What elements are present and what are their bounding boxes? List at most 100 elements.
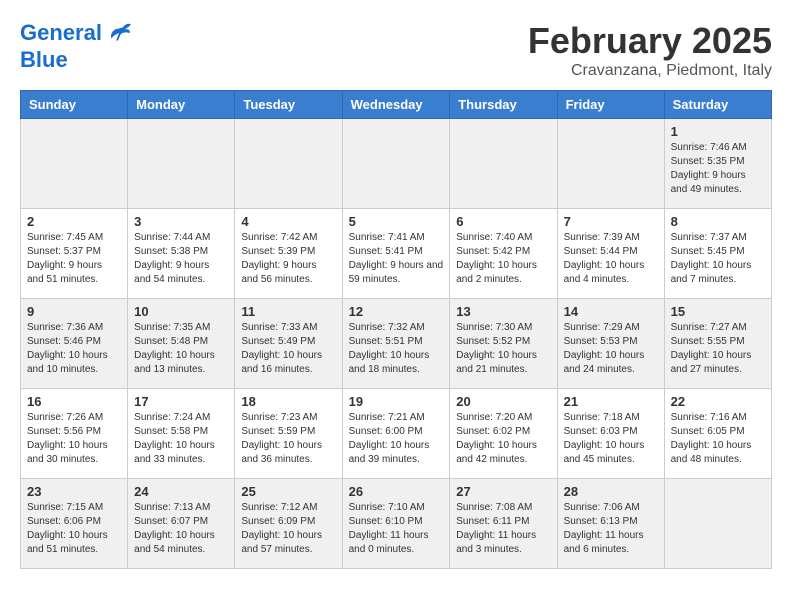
day-number: 9 — [27, 304, 121, 319]
calendar-cell: 22 Sunrise: 7:16 AM Sunset: 6:05 PM Dayli… — [664, 389, 771, 479]
calendar-cell: 20 Sunrise: 7:20 AM Sunset: 6:02 PM Dayli… — [450, 389, 557, 479]
calendar-cell: 27 Sunrise: 7:08 AM Sunset: 6:11 PM Dayli… — [450, 479, 557, 569]
day-number: 13 — [456, 304, 550, 319]
day-number: 8 — [671, 214, 765, 229]
day-info: Sunrise: 7:44 AM Sunset: 5:38 PM Dayligh… — [134, 231, 228, 287]
day-number: 20 — [456, 394, 550, 409]
calendar-cell — [557, 119, 664, 209]
calendar-week-row: 23Sunrise: 7:15 AM Sunset: 6:06 PM Dayli… — [21, 479, 772, 569]
day-number: 18 — [241, 394, 335, 409]
day-number: 2 — [27, 214, 121, 229]
day-info: Sunrise: 7:33 AM Sunset: 5:49 PM Dayligh… — [241, 321, 335, 377]
calendar-cell: 26 Sunrise: 7:10 AM Sunset: 6:10 PM Dayli… — [342, 479, 450, 569]
day-number: 19 — [349, 394, 444, 409]
day-info: Sunrise: 7:35 AM Sunset: 5:48 PM Dayligh… — [134, 321, 228, 377]
logo-text: General — [20, 20, 132, 48]
day-info: Sunrise: 7:18 AM Sunset: 6:03 PM Dayligh… — [564, 411, 658, 467]
day-number: 5 — [349, 214, 444, 229]
day-info: Sunrise: 7:26 AM Sunset: 5:56 PM Dayligh… — [27, 411, 121, 467]
calendar-cell: 23Sunrise: 7:15 AM Sunset: 6:06 PM Dayli… — [21, 479, 128, 569]
logo-blue-text: Blue — [20, 48, 132, 72]
logo: General Blue — [20, 20, 132, 72]
calendar-cell: 7 Sunrise: 7:39 AM Sunset: 5:44 PM Daylig… — [557, 209, 664, 299]
calendar-cell: 25Sunrise: 7:12 AM Sunset: 6:09 PM Dayli… — [235, 479, 342, 569]
day-number: 25 — [241, 484, 335, 499]
calendar-cell: 24Sunrise: 7:13 AM Sunset: 6:07 PM Dayli… — [128, 479, 235, 569]
calendar-cell: 6 Sunrise: 7:40 AM Sunset: 5:42 PM Daylig… — [450, 209, 557, 299]
day-number: 26 — [349, 484, 444, 499]
calendar-cell: 9 Sunrise: 7:36 AM Sunset: 5:46 PM Daylig… — [21, 299, 128, 389]
day-info: Sunrise: 7:39 AM Sunset: 5:44 PM Dayligh… — [564, 231, 658, 287]
day-number: 3 — [134, 214, 228, 229]
day-number: 14 — [564, 304, 658, 319]
day-info: Sunrise: 7:21 AM Sunset: 6:00 PM Dayligh… — [349, 411, 444, 467]
day-number: 11 — [241, 304, 335, 319]
day-info: Sunrise: 7:16 AM Sunset: 6:05 PM Dayligh… — [671, 411, 765, 467]
day-info: Sunrise: 7:24 AM Sunset: 5:58 PM Dayligh… — [134, 411, 228, 467]
title-area: February 2025 Cravanzana, Piedmont, Ital… — [528, 20, 772, 80]
calendar-cell — [664, 479, 771, 569]
day-number: 6 — [456, 214, 550, 229]
day-number: 7 — [564, 214, 658, 229]
day-number: 15 — [671, 304, 765, 319]
calendar-cell: 8 Sunrise: 7:37 AM Sunset: 5:45 PM Daylig… — [664, 209, 771, 299]
calendar-cell: 15 Sunrise: 7:27 AM Sunset: 5:55 PM Dayli… — [664, 299, 771, 389]
calendar-cell: 3 Sunrise: 7:44 AM Sunset: 5:38 PM Daylig… — [128, 209, 235, 299]
weekday-header-wednesday: Wednesday — [342, 91, 450, 119]
day-info: Sunrise: 7:36 AM Sunset: 5:46 PM Dayligh… — [27, 321, 121, 377]
day-info: Sunrise: 7:27 AM Sunset: 5:55 PM Dayligh… — [671, 321, 765, 377]
calendar-week-row: 16 Sunrise: 7:26 AM Sunset: 5:56 PM Dayli… — [21, 389, 772, 479]
day-number: 4 — [241, 214, 335, 229]
day-info: Sunrise: 7:42 AM Sunset: 5:39 PM Dayligh… — [241, 231, 335, 287]
weekday-header-row: SundayMondayTuesdayWednesdayThursdayFrid… — [21, 91, 772, 119]
day-info: Sunrise: 7:40 AM Sunset: 5:42 PM Dayligh… — [456, 231, 550, 287]
day-info: Sunrise: 7:32 AM Sunset: 5:51 PM Dayligh… — [349, 321, 444, 377]
calendar-cell: 4 Sunrise: 7:42 AM Sunset: 5:39 PM Daylig… — [235, 209, 342, 299]
calendar-cell — [235, 119, 342, 209]
calendar-cell: 2 Sunrise: 7:45 AM Sunset: 5:37 PM Daylig… — [21, 209, 128, 299]
calendar-cell: 19 Sunrise: 7:21 AM Sunset: 6:00 PM Dayli… — [342, 389, 450, 479]
day-info: Sunrise: 7:20 AM Sunset: 6:02 PM Dayligh… — [456, 411, 550, 467]
day-number: 21 — [564, 394, 658, 409]
weekday-header-saturday: Saturday — [664, 91, 771, 119]
day-number: 16 — [27, 394, 121, 409]
calendar-cell — [450, 119, 557, 209]
day-number: 27 — [456, 484, 550, 499]
day-number: 10 — [134, 304, 228, 319]
day-info: Sunrise: 7:29 AM Sunset: 5:53 PM Dayligh… — [564, 321, 658, 377]
calendar-cell — [21, 119, 128, 209]
location-subtitle: Cravanzana, Piedmont, Italy — [528, 62, 772, 80]
weekday-header-thursday: Thursday — [450, 91, 557, 119]
calendar-cell: 14 Sunrise: 7:29 AM Sunset: 5:53 PM Dayli… — [557, 299, 664, 389]
calendar-cell: 16 Sunrise: 7:26 AM Sunset: 5:56 PM Dayli… — [21, 389, 128, 479]
day-info: Sunrise: 7:37 AM Sunset: 5:45 PM Dayligh… — [671, 231, 765, 287]
day-number: 24 — [134, 484, 228, 499]
logo-bird-icon — [104, 20, 132, 48]
day-info: Sunrise: 7:23 AM Sunset: 5:59 PM Dayligh… — [241, 411, 335, 467]
header: General Blue February 2025 Cravanzana, P… — [20, 20, 772, 80]
calendar-week-row: 9 Sunrise: 7:36 AM Sunset: 5:46 PM Daylig… — [21, 299, 772, 389]
day-info: Sunrise: 7:08 AM Sunset: 6:11 PM Dayligh… — [456, 501, 550, 557]
calendar-cell: 1 Sunrise: 7:46 AM Sunset: 5:35 PM Daylig… — [664, 119, 771, 209]
weekday-header-tuesday: Tuesday — [235, 91, 342, 119]
day-info: Sunrise: 7:45 AM Sunset: 5:37 PM Dayligh… — [27, 231, 121, 287]
day-number: 22 — [671, 394, 765, 409]
calendar-cell — [342, 119, 450, 209]
day-number: 12 — [349, 304, 444, 319]
weekday-header-sunday: Sunday — [21, 91, 128, 119]
calendar-cell: 13 Sunrise: 7:30 AM Sunset: 5:52 PM Dayli… — [450, 299, 557, 389]
month-title: February 2025 — [528, 20, 772, 62]
day-number: 28 — [564, 484, 658, 499]
day-number: 1 — [671, 124, 765, 139]
calendar-cell — [128, 119, 235, 209]
day-number: 23 — [27, 484, 121, 499]
day-info: Sunrise: 7:30 AM Sunset: 5:52 PM Dayligh… — [456, 321, 550, 377]
calendar-week-row: 1 Sunrise: 7:46 AM Sunset: 5:35 PM Daylig… — [21, 119, 772, 209]
calendar-table: SundayMondayTuesdayWednesdayThursdayFrid… — [20, 90, 772, 569]
day-info: Sunrise: 7:06 AM Sunset: 6:13 PM Dayligh… — [564, 501, 658, 557]
day-info: Sunrise: 7:46 AM Sunset: 5:35 PM Dayligh… — [671, 141, 765, 197]
day-info: Sunrise: 7:10 AM Sunset: 6:10 PM Dayligh… — [349, 501, 444, 557]
weekday-header-friday: Friday — [557, 91, 664, 119]
calendar-cell: 12 Sunrise: 7:32 AM Sunset: 5:51 PM Dayli… — [342, 299, 450, 389]
calendar-cell: 17Sunrise: 7:24 AM Sunset: 5:58 PM Dayli… — [128, 389, 235, 479]
